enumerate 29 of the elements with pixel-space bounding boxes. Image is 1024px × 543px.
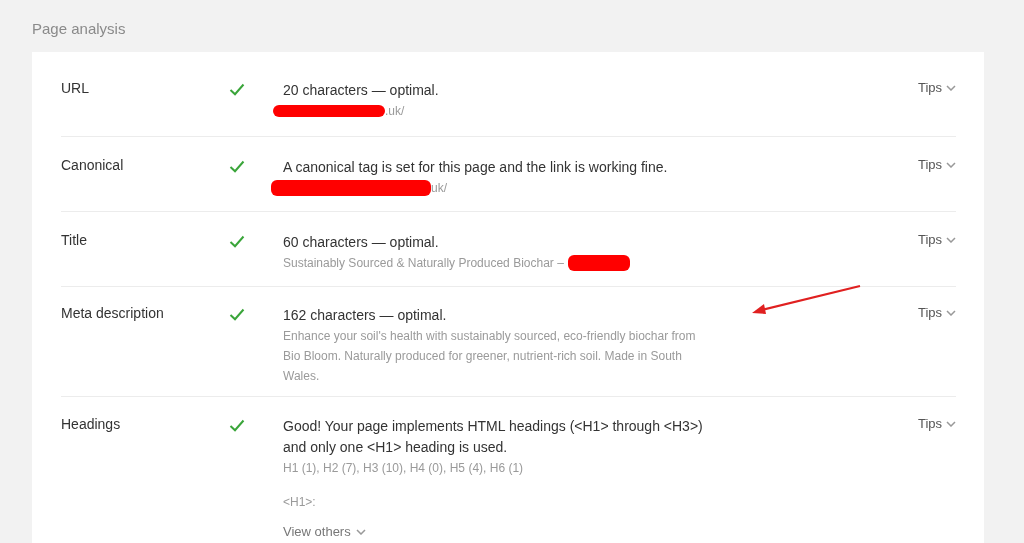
detail-text: Enhance your soil's health with sustainably sourced, eco-friendly biochar from Bio Bloom. Naturally produced for greener, nutrient-rich soil. Made in South Wales. [283, 328, 697, 385]
row-label: Title [61, 232, 88, 248]
result-message: 20 characters — optimal. [283, 81, 440, 100]
section-title: Page analysis [32, 20, 127, 39]
chevron-down-icon [946, 309, 956, 316]
view-others-link[interactable]: View others [283, 524, 366, 539]
chevron-down-icon [946, 84, 956, 91]
result-message: Good! Your page implements HTML headings (<H1> through <H3>) and only one <H1> heading is used. [283, 417, 704, 457]
tips-button[interactable]: Tips [917, 80, 956, 95]
tips-button[interactable]: Tips [917, 157, 956, 172]
row-label: Headings [61, 416, 122, 432]
chevron-down-icon [355, 528, 366, 535]
detail-text: .uk/ [385, 103, 405, 120]
chevron-down-icon [946, 236, 956, 243]
row-label: Canonical [61, 157, 125, 173]
row-label: Meta description [61, 305, 165, 321]
result-message: 162 characters — optimal. [283, 306, 448, 325]
tips-button[interactable]: Tips [917, 305, 956, 320]
chevron-down-icon [946, 420, 956, 427]
tips-button[interactable]: Tips [917, 416, 956, 431]
chevron-down-icon [946, 161, 956, 168]
detail-text: Sustainably Sourced & Naturally Produced Biochar – [283, 255, 564, 272]
tips-button[interactable]: Tips [917, 232, 956, 247]
detail-text: H1 (1), H2 (7), H3 (10), H4 (0), H5 (4), H6 (1) [283, 460, 524, 477]
detail-text: uk/ [431, 180, 447, 197]
result-message: 60 characters — optimal. [283, 233, 440, 252]
heading-label: <H1>: [283, 494, 317, 511]
row-label: URL [61, 80, 90, 96]
result-message: A canonical tag is set for this page and the link is working fine. [283, 158, 669, 177]
